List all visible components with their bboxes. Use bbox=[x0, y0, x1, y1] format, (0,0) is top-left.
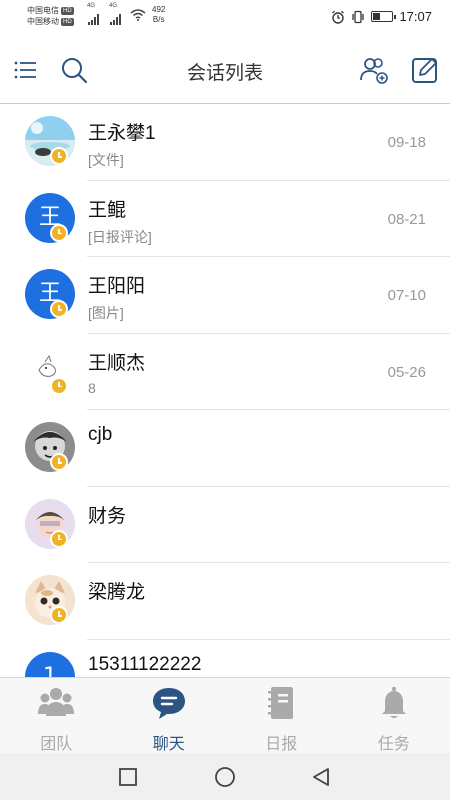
tab-daily-report[interactable]: 日报 bbox=[225, 678, 338, 753]
conversation-name: 王永攀1 bbox=[88, 123, 156, 144]
tab-team[interactable]: 团队 bbox=[0, 678, 113, 753]
status-bar: 中国电信 HD 中国移动 HD 4G 4G 492 B/s 17:07 bbox=[0, 0, 450, 36]
conversation-item[interactable]: 财务 bbox=[0, 487, 450, 563]
net-speed-value: 492 bbox=[152, 5, 166, 14]
signal-icon: 4G bbox=[109, 3, 122, 25]
conversation-item[interactable]: 王顺杰 8 05-26 bbox=[0, 334, 450, 410]
carrier-1: 中国电信 bbox=[27, 6, 59, 15]
app-header: 会话列表 bbox=[0, 36, 450, 104]
tab-label: 任务 bbox=[377, 736, 410, 753]
clock-badge-icon bbox=[50, 453, 68, 471]
alarm-icon bbox=[332, 10, 345, 24]
conversation-preview: 8 bbox=[88, 379, 96, 396]
conversation-item[interactable]: 王永攀1 [文件] 09-18 bbox=[0, 104, 450, 181]
conversation-preview: [文件] bbox=[88, 152, 124, 168]
network-speed: 492 B/s bbox=[152, 5, 165, 25]
clock-time: 17:07 bbox=[399, 9, 432, 24]
conversation-name: cjb bbox=[88, 424, 113, 445]
conversation-date: 08-21 bbox=[387, 210, 426, 228]
compose-icon[interactable] bbox=[409, 54, 441, 86]
vibrate-icon bbox=[352, 10, 365, 23]
conversation-item[interactable]: 梁腾龙 bbox=[0, 563, 450, 640]
clock-badge-icon bbox=[50, 529, 68, 548]
carrier-2: 中国移动 bbox=[27, 17, 59, 26]
conversation-preview: [图片] bbox=[88, 305, 124, 321]
conversation-name: 15311122222 bbox=[88, 653, 202, 675]
conversation-name: 梁腾龙 bbox=[88, 582, 146, 603]
conversation-item[interactable]: 1 15311122222 bbox=[0, 640, 450, 677]
recent-apps-icon[interactable] bbox=[117, 766, 139, 788]
clock-badge-icon bbox=[50, 606, 68, 624]
tab-label: 聊天 bbox=[152, 736, 185, 753]
conversation-name: 王鲲 bbox=[88, 199, 127, 221]
tab-tasks[interactable]: 任务 bbox=[338, 678, 450, 753]
system-nav-bar bbox=[0, 753, 450, 800]
carrier-info: 中国电信 HD 中国移动 HD bbox=[27, 5, 74, 27]
tab-label: 团队 bbox=[40, 736, 73, 753]
conversation-date: 07-10 bbox=[387, 287, 426, 304]
daily-report-icon bbox=[268, 687, 294, 719]
clock-badge-icon bbox=[50, 147, 68, 165]
add-contact-group-icon[interactable] bbox=[358, 54, 390, 86]
clock-badge-icon bbox=[50, 300, 68, 318]
tab-chat[interactable]: 聊天 bbox=[113, 678, 226, 753]
avatar: 1 bbox=[25, 651, 75, 677]
conversation-item[interactable]: cjb bbox=[0, 410, 450, 487]
home-icon[interactable] bbox=[214, 766, 236, 788]
back-icon[interactable] bbox=[310, 766, 332, 788]
tab-label: 日报 bbox=[265, 736, 298, 753]
bottom-tab-bar: 团队 聊天 日报 任务 bbox=[0, 677, 450, 753]
conversation-item[interactable]: 王 王鲲 [日报评论] 08-21 bbox=[0, 181, 450, 257]
net-speed-unit: B/s bbox=[152, 15, 165, 24]
conversation-item[interactable]: 王 王阳阳 [图片] 07-10 bbox=[0, 257, 450, 334]
conversation-name: 王阳阳 bbox=[88, 276, 146, 297]
clock-badge-icon bbox=[50, 223, 68, 242]
conversation-list[interactable]: 王永攀1 [文件] 09-18 王 王鲲 [日报评论] 08-21 王 王阳阳 … bbox=[0, 104, 450, 677]
hd-badge: HD bbox=[61, 6, 74, 15]
chat-icon bbox=[152, 688, 185, 719]
hd-badge: HD bbox=[61, 17, 74, 26]
bell-icon bbox=[381, 686, 406, 718]
team-icon bbox=[38, 688, 75, 716]
conversation-preview: [日报评论] bbox=[88, 228, 152, 245]
conversation-date: 05-26 bbox=[387, 363, 426, 381]
conversation-date: 09-18 bbox=[387, 134, 426, 151]
signal-icon: 4G bbox=[87, 3, 100, 25]
battery-icon bbox=[371, 11, 397, 22]
conversation-name: 财务 bbox=[88, 505, 127, 527]
wifi-icon bbox=[130, 9, 146, 21]
clock-badge-icon bbox=[50, 376, 68, 395]
conversation-name: 王顺杰 bbox=[88, 352, 146, 374]
